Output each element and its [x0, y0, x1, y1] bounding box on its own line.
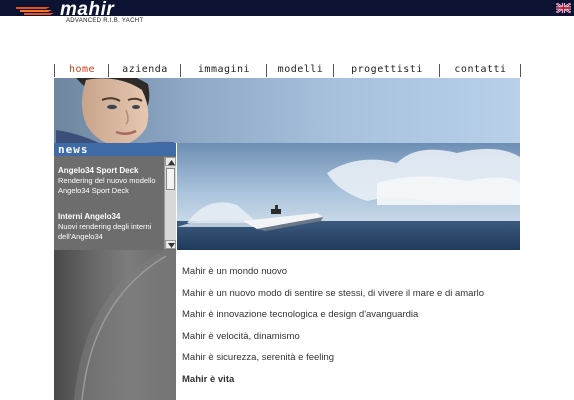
- news-panel: Angelo34 Sport Deck Rendering del nuovo …: [54, 156, 176, 250]
- hero-banner: [54, 78, 520, 143]
- content-line: Mahir è sicurezza, serenità e feeling: [182, 352, 335, 363]
- news-scrollbar[interactable]: [164, 157, 176, 249]
- main-nav: home azienda immagini modelli progettist…: [54, 64, 521, 79]
- nav-divider: [520, 64, 521, 77]
- content-line: Mahir è un nuovo modo di sentire se stes…: [182, 288, 485, 299]
- arrow-up-icon: [168, 160, 175, 165]
- content-line-emphasis: Mahir è vita: [182, 374, 235, 385]
- logo-tagline: ADVANCED R.I.B. YACHT: [66, 18, 144, 24]
- scroll-up-button[interactable]: [165, 157, 176, 166]
- nav-home[interactable]: home: [54, 64, 109, 77]
- content-line: Mahir è innovazione tecnologica e design…: [182, 309, 419, 320]
- brand-logo[interactable]: mahir ADVANCED R.I.B. YACHT: [16, 0, 176, 29]
- news-title: news: [58, 143, 89, 156]
- nav-progettisti[interactable]: progettisti: [333, 64, 440, 77]
- nav-azienda[interactable]: azienda: [108, 64, 181, 77]
- scroll-down-button[interactable]: [165, 240, 176, 249]
- news-item[interactable]: Interni Angelo34 Nuovi rendering degli i…: [58, 212, 166, 242]
- interior-curve-image: [74, 250, 176, 400]
- scroll-thumb[interactable]: [166, 168, 175, 190]
- news-item-title[interactable]: Interni Angelo34: [58, 212, 166, 222]
- nav-contatti[interactable]: contatti: [439, 64, 521, 77]
- news-item[interactable]: Angelo34 Sport Deck Rendering del nuovo …: [58, 166, 166, 196]
- woman-portrait-image: [56, 78, 174, 143]
- arrow-down-icon: [168, 243, 175, 248]
- news-item-text: dell'Angelo34: [58, 232, 103, 241]
- news-item-text: Angelo34 Sport Deck: [58, 186, 129, 195]
- content-line: Mahir è velocità, dinamismo: [182, 331, 300, 342]
- nav-immagini[interactable]: immagini: [180, 64, 267, 77]
- decorative-side-panel: [54, 250, 176, 400]
- uk-flag-icon[interactable]: [556, 3, 571, 13]
- boat-at-sea-image: [177, 143, 520, 250]
- news-item-text: Rendering del nuovo modello: [58, 176, 156, 185]
- content-line: Mahir è un mondo nuovo: [182, 266, 288, 277]
- logo-stripes-icon: [16, 7, 54, 15]
- news-header: news: [54, 143, 176, 156]
- news-item-text: Nuovi rendering degli interni: [58, 222, 152, 231]
- nav-modelli[interactable]: modelli: [266, 64, 334, 77]
- news-item-title[interactable]: Angelo34 Sport Deck: [58, 166, 166, 176]
